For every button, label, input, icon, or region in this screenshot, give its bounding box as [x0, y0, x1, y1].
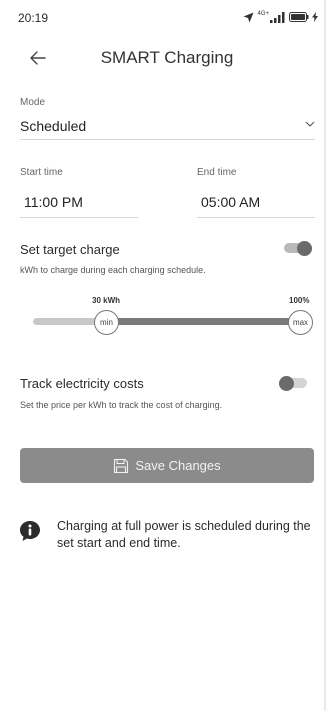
save-changes-label: Save Changes — [135, 458, 221, 473]
target-charge-slider[interactable]: min max — [33, 309, 315, 337]
start-time-field[interactable]: 11:00 PM — [20, 188, 138, 218]
network-type-label: 4G+ — [257, 11, 269, 17]
location-arrow-icon — [243, 12, 254, 22]
end-time-field[interactable]: 05:00 AM — [197, 188, 315, 218]
mode-label: Mode — [20, 97, 46, 108]
slider-max-handle[interactable]: max — [288, 310, 313, 335]
track-costs-title: Track electricity costs — [20, 376, 144, 391]
status-bar: 20:19 4G+ — [0, 0, 326, 38]
status-icons: 4G+ — [243, 9, 318, 25]
slider-max-value: 100% — [289, 296, 310, 305]
start-time-value: 11:00 PM — [24, 194, 83, 210]
app-header: SMART Charging — [0, 40, 326, 76]
mode-value: Scheduled — [20, 118, 87, 134]
end-time-label: End time — [197, 167, 237, 178]
floppy-disk-icon — [114, 458, 129, 473]
slider-min-handle[interactable]: min — [94, 310, 119, 335]
info-text: Charging at full power is scheduled duri… — [57, 519, 311, 550]
track-costs-description: Set the price per kWh to track the cost … — [20, 400, 223, 410]
status-time: 20:19 — [18, 11, 49, 25]
track-costs-toggle[interactable] — [279, 376, 307, 391]
target-charge-title: Set target charge — [20, 242, 120, 257]
info-chat-icon — [20, 521, 40, 541]
charging-bolt-icon — [312, 12, 318, 22]
slider-range-fill — [105, 318, 303, 325]
toggle-knob — [279, 376, 294, 391]
signal-icon — [270, 11, 285, 23]
start-time-label: Start time — [20, 167, 63, 178]
end-time-value: 05:00 AM — [201, 194, 261, 210]
slider-min-value: 30 kWh — [92, 296, 121, 305]
target-charge-toggle[interactable] — [284, 241, 312, 256]
battery-icon — [289, 12, 309, 22]
target-charge-description: kWh to charge during each charging sched… — [20, 265, 206, 275]
mode-select[interactable]: Scheduled — [20, 112, 315, 140]
chevron-down-icon — [305, 121, 315, 127]
toggle-knob — [297, 241, 312, 256]
save-changes-button[interactable]: Save Changes — [20, 448, 314, 483]
page-title: SMART Charging — [100, 48, 234, 67]
